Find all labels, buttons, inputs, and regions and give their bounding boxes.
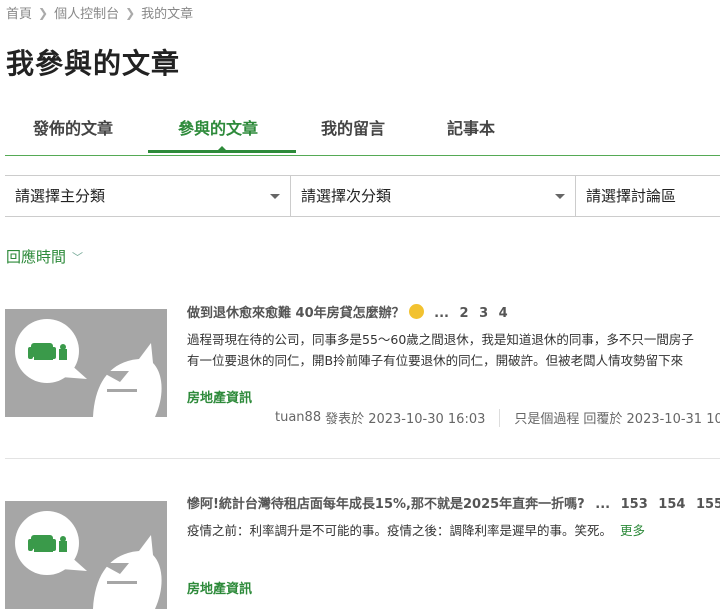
tab-participated[interactable]: 參與的文章 <box>178 115 258 139</box>
angry-emoji-icon <box>408 304 424 319</box>
excerpt-line: 有一位要退休的同仁，開B拎前陣子有位要退休的同仁，開破許。但被老闆人情攻勢留下來 <box>187 353 684 368</box>
breadcrumb-console[interactable]: 個人控制台 <box>54 3 119 22</box>
main-category-select[interactable]: 請選擇主分類 <box>5 176 291 216</box>
chevron-right-icon: ❯ <box>125 5 136 20</box>
sort-dropdown[interactable]: 回應時間 ﹀ <box>6 246 83 267</box>
chevron-right-icon: ❯ <box>38 5 49 20</box>
page-link-154[interactable]: 154 <box>658 497 685 512</box>
article-category[interactable]: 房地產資訊 <box>187 387 252 406</box>
article-title-text: 慘阿!統計台灣待租店面每年成長15%,那不就是2025年直奔一折嗎? <box>187 497 585 512</box>
reply-author-link[interactable]: 只是個過程 <box>514 408 579 427</box>
page-link-4[interactable]: 4 <box>499 306 508 321</box>
sort-label: 回應時間 <box>6 248 67 266</box>
article-excerpt: 疫情之前：利率調升是不可能的事。疫情之後：調降利率是遲早的事。笑死。 更多 <box>187 520 720 541</box>
tab-published[interactable]: 發佈的文章 <box>33 115 113 139</box>
forum-value: 請選擇討論區 <box>586 187 677 205</box>
article-title-text: 做到退休愈來愈難 40年房貸怎麼辦？ <box>187 306 405 321</box>
article-thumbnail[interactable] <box>5 501 167 609</box>
breadcrumb: 首頁 ❯ 個人控制台 ❯ 我的文章 <box>6 3 194 23</box>
caret-down-icon <box>555 194 565 199</box>
page-link-2[interactable]: 2 <box>460 306 469 321</box>
article-title[interactable]: 做到退休愈來愈難 40年房貸怎麼辦？ ... 2 3 4 <box>187 302 508 321</box>
tab-notebook[interactable]: 記事本 <box>447 115 495 139</box>
chevron-down-icon: ﹀ <box>72 250 84 264</box>
sub-category-value: 請選擇次分類 <box>301 187 392 205</box>
breadcrumb-home[interactable]: 首頁 <box>6 3 32 22</box>
article-meta: tuan88 發表於 2023-10-30 16:03 只是個過程 回覆於 20… <box>275 408 720 427</box>
author-link[interactable]: tuan88 <box>275 410 321 425</box>
forum-select[interactable]: 請選擇討論區 <box>576 176 720 216</box>
article-thumbnail[interactable] <box>5 309 167 417</box>
divider <box>5 458 720 459</box>
list-item: 慘阿!統計台灣待租店面每年成長15%,那不就是2025年直奔一折嗎? ... 1… <box>5 492 720 609</box>
page-link-153[interactable]: 153 <box>621 497 648 512</box>
article-category[interactable]: 房地產資訊 <box>187 578 252 597</box>
tab-bar: 發佈的文章 參與的文章 我的留言 記事本 <box>5 100 720 156</box>
page-title: 我參與的文章 <box>6 47 181 80</box>
replied-time: 回覆於 2023-10-31 10:27 <box>583 412 720 427</box>
posted-time: 發表於 2023-10-30 16:03 <box>325 412 486 427</box>
article-excerpt: 過程哥現在待的公司，同事多是55～60歲之間退休，我是知道退休的同事，多不只一間… <box>187 329 720 371</box>
caret-up-icon <box>217 146 227 151</box>
article-title[interactable]: 慘阿!統計台灣待租店面每年成長15%,那不就是2025年直奔一折嗎? ... 1… <box>187 493 720 512</box>
forum-logo-icon <box>5 501 167 609</box>
page-ellipsis: ... <box>595 497 611 512</box>
main-category-value: 請選擇主分類 <box>15 187 106 205</box>
breadcrumb-current: 我的文章 <box>141 7 194 22</box>
meta-divider <box>499 408 501 427</box>
page-link-155[interactable]: 155 <box>696 497 720 512</box>
list-item: 做到退休愈來愈難 40年房貸怎麼辦？ ... 2 3 4 過程哥現在待的公司，同… <box>5 300 720 440</box>
more-link[interactable]: 更多 <box>620 523 645 538</box>
excerpt-line: 疫情之前：利率調升是不可能的事。疫情之後：調降利率是遲早的事。笑死。 <box>187 523 613 538</box>
filter-bar: 請選擇主分類 請選擇次分類 請選擇討論區 <box>5 175 720 217</box>
tab-my-comments[interactable]: 我的留言 <box>321 115 385 139</box>
excerpt-line: 過程哥現在待的公司，同事多是55～60歲之間退休，我是知道退休的同事，多不只一間… <box>187 332 694 347</box>
page-ellipsis: ... <box>434 306 449 321</box>
page-link-3[interactable]: 3 <box>479 306 488 321</box>
caret-down-icon <box>270 194 280 199</box>
forum-logo-icon <box>5 309 167 417</box>
sub-category-select[interactable]: 請選擇次分類 <box>291 176 576 216</box>
